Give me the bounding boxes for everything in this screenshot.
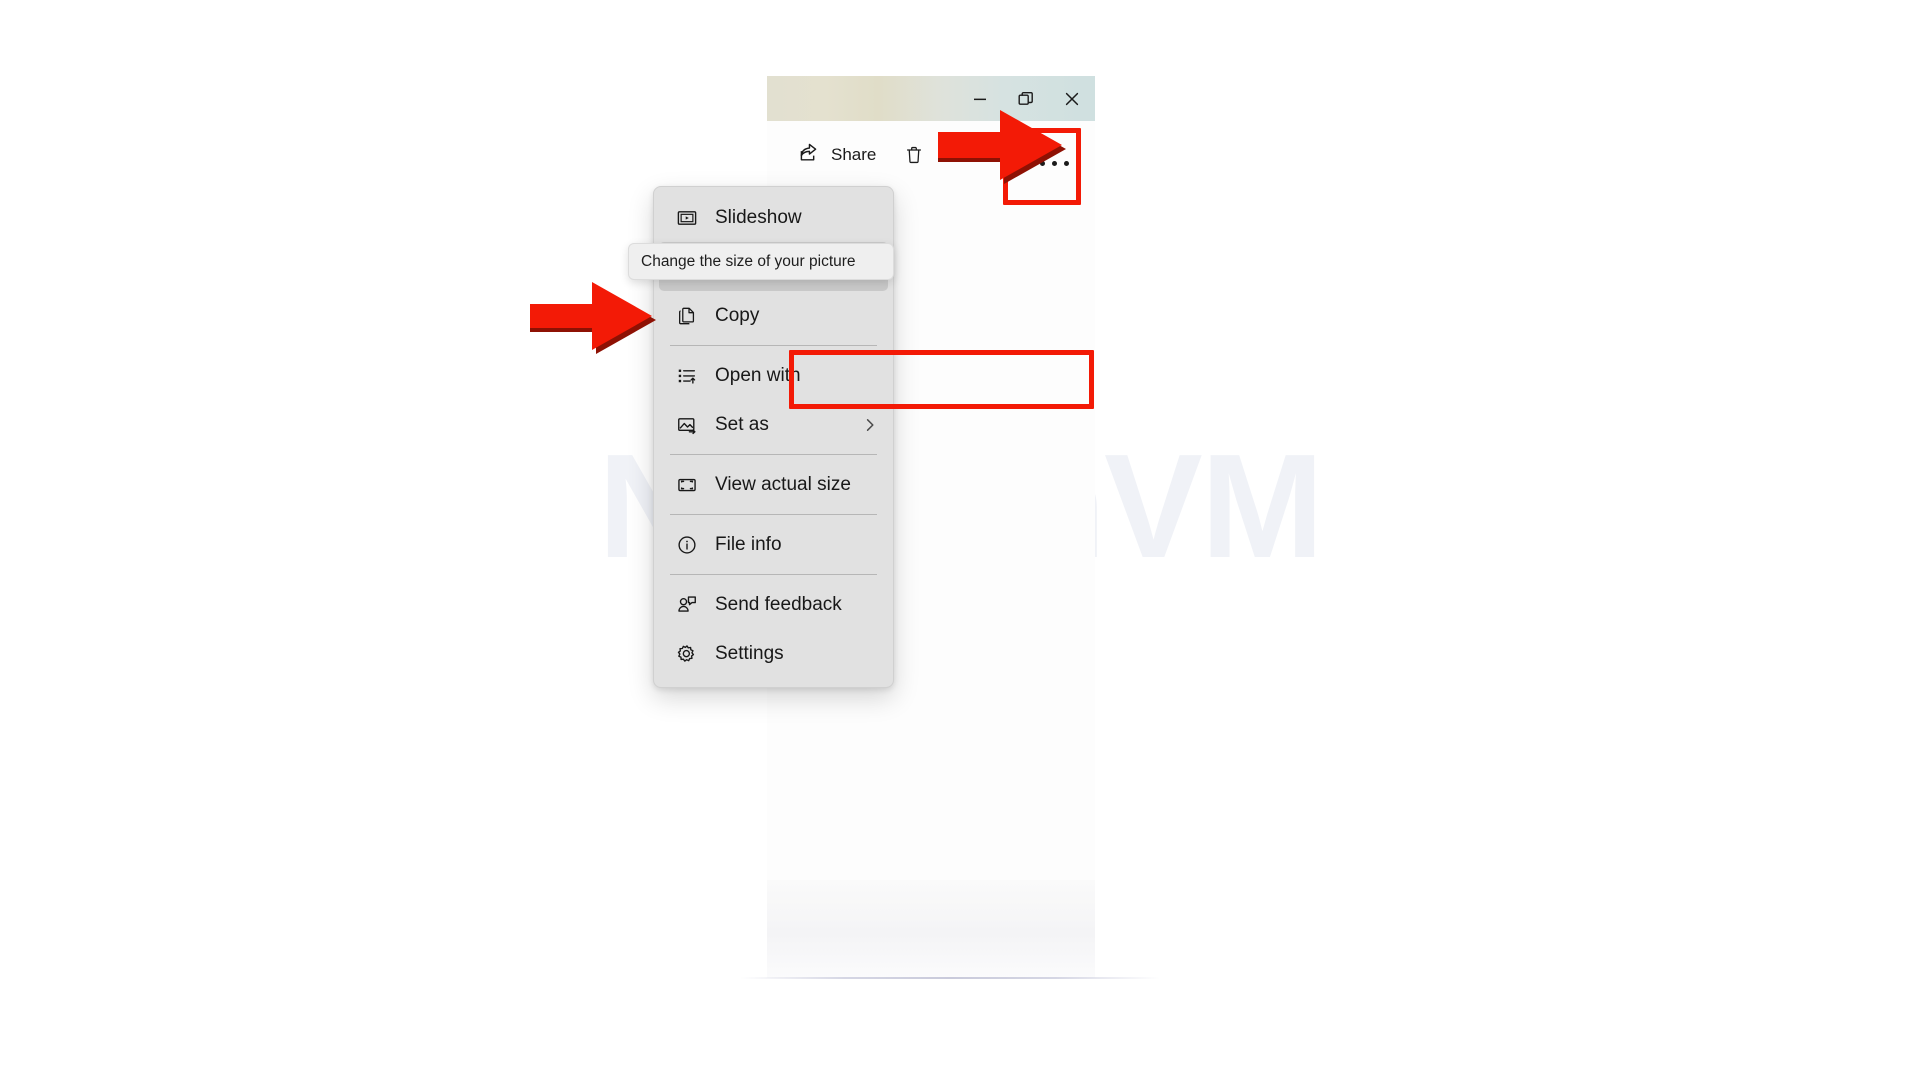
chevron-right-icon xyxy=(862,417,878,433)
set-as-icon xyxy=(675,413,699,437)
arrow-to-see-more xyxy=(938,110,1070,188)
menu-item-slideshow[interactable]: Slideshow xyxy=(659,193,888,242)
share-button[interactable]: Share xyxy=(789,133,884,177)
tooltip-text: Change the size of your picture xyxy=(641,252,856,270)
settings-gear-icon xyxy=(675,642,699,666)
menu-item-label: Set as xyxy=(715,413,769,435)
copy-icon xyxy=(675,304,699,328)
slideshow-icon xyxy=(675,206,699,230)
menu-item-label: Copy xyxy=(715,304,760,326)
menu-item-copy[interactable]: Copy xyxy=(659,291,888,340)
window-bottom-fade xyxy=(767,880,1095,978)
arrow-to-resize xyxy=(530,282,660,358)
menu-separator xyxy=(670,345,877,346)
menu-separator xyxy=(670,514,877,515)
menu-item-label: View actual size xyxy=(715,473,851,495)
screenshot-canvas: NeuronVM xyxy=(0,0,1920,1080)
open-with-icon xyxy=(675,364,699,388)
share-label: Share xyxy=(831,145,877,164)
menu-separator xyxy=(670,574,877,575)
highlight-box-resize xyxy=(789,350,1094,409)
menu-item-send-feedback[interactable]: Send feedback xyxy=(659,580,888,629)
menu-item-label: Slideshow xyxy=(715,206,802,228)
menu-item-label: Send feedback xyxy=(715,593,842,615)
menu-item-label: Open with xyxy=(715,364,801,386)
menu-item-file-info[interactable]: File info xyxy=(659,520,888,569)
page-divider-line xyxy=(740,977,1160,979)
menu-separator xyxy=(670,454,877,455)
send-feedback-icon xyxy=(675,593,699,617)
menu-item-settings[interactable]: Settings xyxy=(659,629,888,678)
delete-button[interactable] xyxy=(894,135,934,175)
menu-item-view-actual-size[interactable]: View actual size xyxy=(659,460,888,509)
file-info-icon xyxy=(675,533,699,557)
share-icon xyxy=(797,141,820,169)
menu-item-label: File info xyxy=(715,533,782,555)
resize-tooltip: Change the size of your picture xyxy=(628,243,894,280)
view-actual-size-icon xyxy=(675,473,699,497)
menu-item-label: Settings xyxy=(715,642,784,664)
